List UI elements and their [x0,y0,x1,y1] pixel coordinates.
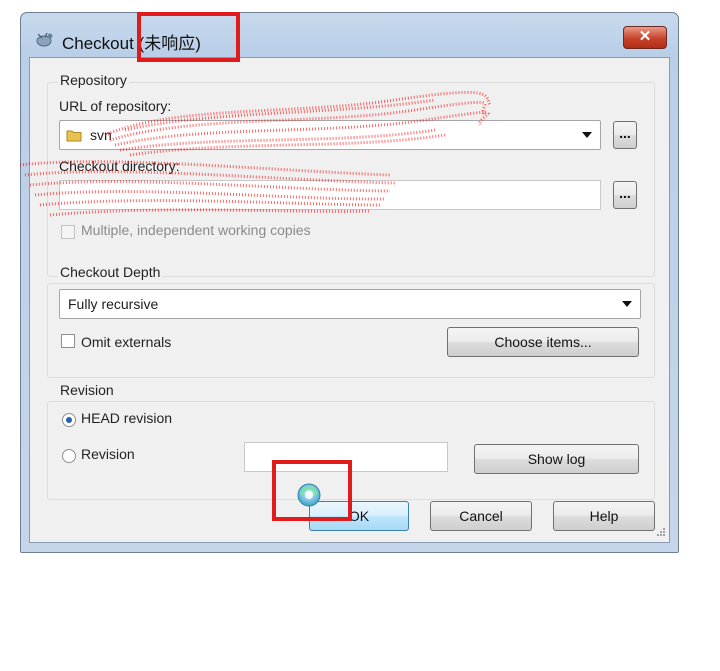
revision-label: Revision [81,446,135,462]
checkout-dir-label: Checkout directory: [59,158,180,174]
depth-selected-value: Fully recursive [68,296,159,312]
cancel-button[interactable]: Cancel [430,501,532,531]
url-label: URL of repository: [59,98,172,114]
revision-radio[interactable] [62,449,76,463]
repository-group-title: Repository [58,72,129,88]
chevron-down-icon [582,132,592,138]
depth-select[interactable]: Fully recursive [59,289,641,319]
help-button[interactable]: Help [553,501,655,531]
folder-icon [66,130,82,142]
annotation-box-spinner [272,460,352,521]
choose-items-button[interactable]: Choose items... [447,327,639,357]
chevron-down-icon [622,301,632,307]
checkout-depth-group-title: Checkout Depth [58,264,163,280]
checkout-dir-browse-button[interactable]: ... [613,181,637,209]
url-combo[interactable]: svn [59,120,601,150]
checkout-dir-input[interactable] [59,180,601,210]
url-browse-button[interactable]: ... [613,121,637,149]
head-revision-label: HEAD revision [81,410,173,426]
annotation-box-title [137,12,240,62]
head-revision-radio[interactable] [62,413,76,427]
multiple-checkbox[interactable] [61,225,75,239]
show-log-button[interactable]: Show log [474,444,639,474]
omit-externals-checkbox[interactable] [61,334,75,348]
multiple-label: Multiple, independent working copies [81,222,311,238]
tortoisesvn-icon [36,32,53,47]
close-button[interactable]: ✕ [623,26,667,49]
url-value: svn [90,127,112,143]
resize-grip-icon[interactable] [654,527,666,539]
title-bar[interactable]: Checkout (未响应) ✕ [21,13,678,63]
omit-externals-label: Omit externals [81,334,172,350]
revision-group-title: Revision [58,382,116,398]
